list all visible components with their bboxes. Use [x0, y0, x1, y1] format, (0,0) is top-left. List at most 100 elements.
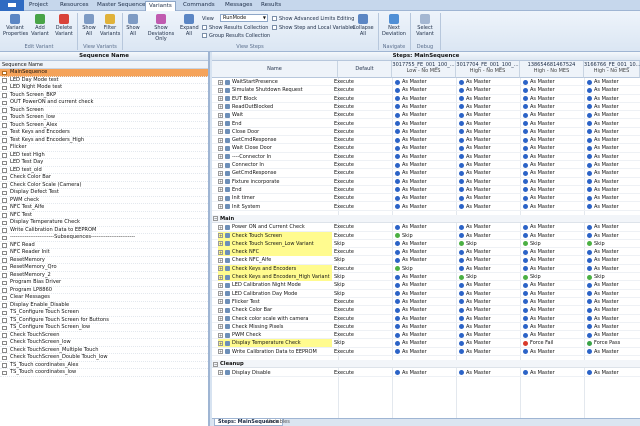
expand-icon[interactable]: + — [218, 332, 223, 338]
filter-variants-button[interactable]: Filter Variants — [100, 14, 120, 37]
expand-icon[interactable]: + — [218, 179, 223, 185]
show-all-steps-button[interactable]: Show All — [124, 14, 142, 37]
step-row[interactable]: + Check NFC_Alfe Skip As Master As Master As … — [212, 256, 640, 265]
step-default-cell[interactable]: Execute — [332, 194, 386, 202]
sequence-item[interactable]: ResetMemory — [0, 257, 208, 264]
sequence-item[interactable]: LED test High — [0, 152, 208, 159]
section-header[interactable]: − Main — [212, 214, 640, 224]
variant-value-cell[interactable]: As Master — [586, 265, 640, 273]
sequence-item[interactable]: Check Color Scale (Camera) — [0, 182, 208, 189]
step-row[interactable]: + Power ON and Current Check Execute As Mas… — [212, 223, 640, 232]
tab-variables[interactable]: Variables — [264, 419, 293, 426]
column-header-variant-1[interactable]: 3017755_FE_001_100_... Low - No MES — [392, 61, 456, 78]
step-default-cell[interactable]: Execute — [332, 306, 386, 314]
variant-value-cell[interactable]: As Master — [394, 203, 458, 211]
file-menu-button[interactable] — [0, 0, 24, 11]
variant-value-cell[interactable]: As Master — [586, 95, 640, 103]
expand-icon[interactable]: + — [218, 162, 223, 168]
step-row[interactable]: + Flicker Test Execute As Master As Master As… — [212, 298, 640, 307]
step-default-cell[interactable]: Execute — [332, 95, 386, 103]
step-default-cell[interactable]: Execute — [332, 103, 386, 111]
checkbox-icon[interactable] — [2, 108, 7, 113]
checkbox-icon[interactable] — [2, 183, 7, 188]
variant-value-cell[interactable]: As Master — [394, 273, 458, 281]
sequence-item[interactable]: LED Test Day — [0, 159, 208, 167]
variant-value-cell[interactable]: As Master — [586, 144, 640, 152]
checkbox-icon[interactable] — [2, 78, 7, 83]
sequence-item[interactable]: Touch Screen_Alex — [0, 122, 208, 129]
checkbox-icon[interactable] — [2, 280, 7, 285]
add-variant-button[interactable]: Add Variant — [29, 14, 51, 37]
sequence-item[interactable]: PWM check — [0, 197, 208, 204]
show-deviations-only-button[interactable]: Show Deviations Only — [144, 14, 178, 43]
step-default-cell[interactable]: Skip — [332, 273, 386, 281]
sequence-item[interactable]: Test Keys and Encoders — [0, 129, 208, 137]
variant-value-cell[interactable]: As Master — [522, 186, 586, 194]
variant-value-cell[interactable]: As Master — [586, 298, 640, 306]
variant-value-cell[interactable]: As Master — [522, 369, 586, 377]
checkbox-icon[interactable] — [2, 310, 7, 315]
checkbox-icon[interactable] — [2, 258, 7, 263]
expand-icon[interactable]: + — [218, 137, 223, 143]
show-results-collection-checkbox[interactable]: Show Results Collection — [202, 25, 268, 31]
variant-value-cell[interactable]: As Master — [458, 186, 522, 194]
variant-value-cell[interactable]: As Master — [522, 128, 586, 136]
variant-value-cell[interactable]: As Master — [586, 306, 640, 314]
variant-value-cell[interactable]: As Master — [522, 306, 586, 314]
variant-value-cell[interactable]: As Master — [586, 248, 640, 256]
variant-value-cell[interactable]: As Master — [394, 315, 458, 323]
step-row[interactable]: + Check Missing Pixels Execute As Master As … — [212, 323, 640, 332]
variant-value-cell[interactable]: As Master — [458, 153, 522, 161]
variant-value-cell[interactable]: Force Pass — [586, 339, 640, 347]
variant-value-cell[interactable]: As Master — [586, 186, 640, 194]
expand-icon[interactable]: + — [218, 79, 223, 85]
checkbox-icon[interactable] — [2, 273, 7, 278]
step-row[interactable]: + Check color scale with camera Execute As … — [212, 315, 640, 323]
variant-value-cell[interactable]: As Master — [394, 331, 458, 339]
step-default-cell[interactable]: Execute — [332, 144, 386, 152]
step-default-cell[interactable]: Execute — [332, 323, 386, 331]
variant-value-cell[interactable]: As Master — [586, 78, 640, 86]
sequence-item[interactable]: ResetMemory_2 — [0, 272, 208, 279]
step-row[interactable]: + PWM Check Execute As Master As Master As Ma… — [212, 331, 640, 340]
variant-value-cell[interactable]: As Master — [586, 281, 640, 289]
step-row[interactable]: + ReadOutBlocked Execute As Master As Master… — [212, 103, 640, 112]
variant-value-cell[interactable]: As Master — [458, 323, 522, 331]
checkbox-icon[interactable] — [2, 228, 7, 233]
sequence-item[interactable]: Flicker — [0, 144, 208, 152]
variant-value-cell[interactable]: As Master — [394, 281, 458, 289]
variant-value-cell[interactable]: As Master — [586, 136, 640, 144]
tab-commands[interactable]: Commands — [180, 1, 218, 11]
checkbox-icon[interactable] — [2, 198, 7, 203]
variant-value-cell[interactable]: As Master — [394, 103, 458, 111]
step-default-cell[interactable]: Execute — [332, 331, 386, 339]
expand-icon[interactable]: + — [218, 96, 223, 102]
checkbox-icon[interactable] — [2, 220, 7, 225]
collapse-icon[interactable]: − — [213, 216, 218, 222]
variant-value-cell[interactable]: As Master — [586, 256, 640, 264]
expand-icon[interactable]: + — [218, 121, 223, 126]
variant-value-cell[interactable]: As Master — [522, 223, 586, 231]
step-row[interactable]: + LED Calibration Day Mode Skip As Master As… — [212, 290, 640, 298]
variant-value-cell[interactable]: As Master — [394, 136, 458, 144]
variant-value-cell[interactable]: As Master — [522, 78, 586, 86]
variant-properties-button[interactable]: Variant Properties — [3, 14, 28, 37]
sequence-item[interactable]: MainSequence — [0, 69, 208, 77]
tab-master-sequence[interactable]: Master Sequence — [94, 1, 148, 11]
variant-value-cell[interactable]: As Master — [394, 348, 458, 356]
sequence-item[interactable]: Touch Screen — [0, 107, 208, 114]
sequence-item[interactable]: ------------------------Subsequences----… — [0, 234, 208, 242]
step-default-cell[interactable]: Execute — [332, 248, 386, 256]
checkbox-icon[interactable] — [2, 370, 7, 375]
variant-value-cell[interactable]: As Master — [522, 95, 586, 103]
variant-value-cell[interactable]: As Master — [394, 178, 458, 186]
tab-results[interactable]: Results — [258, 1, 284, 11]
sequence-item[interactable]: Write Calibration Data to EEPROM — [0, 227, 208, 234]
variant-value-cell[interactable]: As Master — [458, 256, 522, 264]
step-row[interactable]: + Check NFC Execute As Master As Master As Ma… — [212, 248, 640, 257]
variant-value-cell[interactable]: As Master — [458, 136, 522, 144]
variant-value-cell[interactable]: As Master — [522, 86, 586, 94]
step-row[interactable]: + Check Touch Screen_Low Variant Skip As Ma… — [212, 239, 640, 249]
checkbox-icon[interactable] — [2, 100, 7, 105]
sequence-item[interactable]: TS_Touch coordinates_low — [0, 369, 208, 377]
